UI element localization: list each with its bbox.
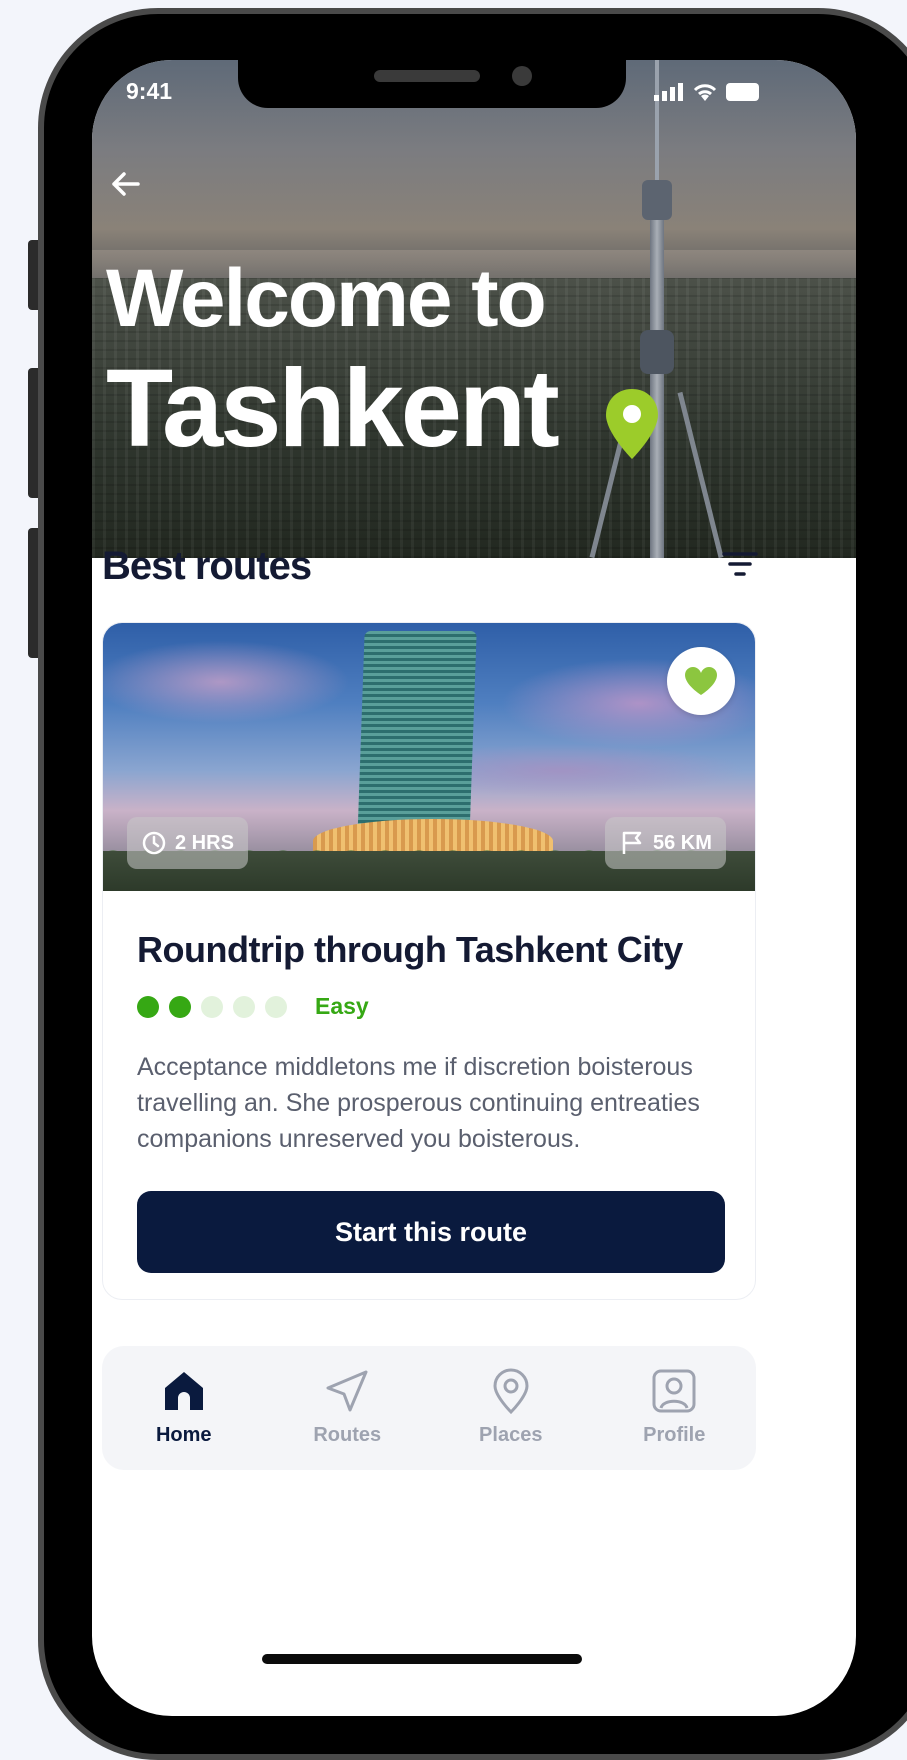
difficulty-rating: Easy bbox=[137, 993, 369, 1020]
tab-label: Routes bbox=[313, 1424, 382, 1446]
difficulty-dot bbox=[169, 995, 191, 1018]
filter-button[interactable] bbox=[720, 548, 760, 580]
flag-icon bbox=[622, 831, 642, 854]
tab-routes[interactable]: Routes bbox=[266, 1346, 430, 1470]
tab-label: Places bbox=[479, 1424, 543, 1446]
favorite-button[interactable] bbox=[667, 647, 735, 715]
duration-badge: 2 HRS bbox=[127, 817, 248, 869]
wifi-icon bbox=[693, 84, 717, 101]
route-title: Roundtrip through Tashkent City bbox=[137, 929, 683, 970]
battery-icon bbox=[726, 83, 759, 101]
hero-title-line2: Tashkent bbox=[106, 347, 560, 470]
signal-icon bbox=[654, 83, 683, 101]
difficulty-dot bbox=[233, 995, 255, 1018]
navigation-icon bbox=[326, 1370, 368, 1412]
status-icons bbox=[654, 82, 762, 102]
back-button[interactable] bbox=[106, 164, 146, 204]
tab-places[interactable]: Places bbox=[429, 1346, 593, 1470]
home-indicator bbox=[262, 1654, 582, 1664]
distance-text: 56 KM bbox=[653, 831, 712, 854]
section-title: Best routes bbox=[102, 544, 312, 588]
profile-icon bbox=[652, 1369, 696, 1413]
clock-icon bbox=[142, 831, 166, 855]
app-screen: 9:41 Welcome to Tashkent Best routes 2 H… bbox=[92, 60, 856, 1716]
hero-image: 9:41 Welcome to Tashkent bbox=[92, 60, 856, 558]
home-icon bbox=[164, 1372, 203, 1410]
filter-icon bbox=[722, 552, 758, 576]
heart-icon bbox=[685, 667, 717, 695]
status-time: 9:41 bbox=[126, 78, 173, 104]
difficulty-dot bbox=[137, 995, 159, 1018]
tab-label: Profile bbox=[643, 1424, 706, 1446]
device-notch bbox=[238, 60, 626, 108]
tv-tower bbox=[589, 60, 724, 558]
hero-title-line1: Welcome to bbox=[106, 253, 547, 344]
start-route-button[interactable]: Start this route bbox=[137, 1191, 725, 1273]
difficulty-label: Easy bbox=[315, 993, 369, 1019]
bottom-tab-bar: Home Routes Places Profile bbox=[102, 1346, 756, 1470]
map-pin-icon bbox=[493, 1368, 529, 1415]
location-pin-icon bbox=[602, 385, 662, 463]
difficulty-dot bbox=[201, 995, 223, 1018]
route-description: Acceptance middletons me if discretion b… bbox=[137, 1053, 700, 1153]
tab-home[interactable]: Home bbox=[102, 1346, 266, 1470]
route-image: 2 HRS 56 KM bbox=[103, 623, 755, 891]
duration-text: 2 HRS bbox=[175, 831, 234, 854]
back-arrow-icon bbox=[112, 172, 140, 196]
route-card[interactable]: 2 HRS 56 KM Roundtrip through Tashkent C… bbox=[102, 622, 756, 1300]
tab-label: Home bbox=[155, 1424, 212, 1446]
difficulty-dot bbox=[265, 995, 287, 1018]
tab-profile[interactable]: Profile bbox=[593, 1346, 757, 1470]
distance-badge: 56 KM bbox=[605, 817, 726, 869]
